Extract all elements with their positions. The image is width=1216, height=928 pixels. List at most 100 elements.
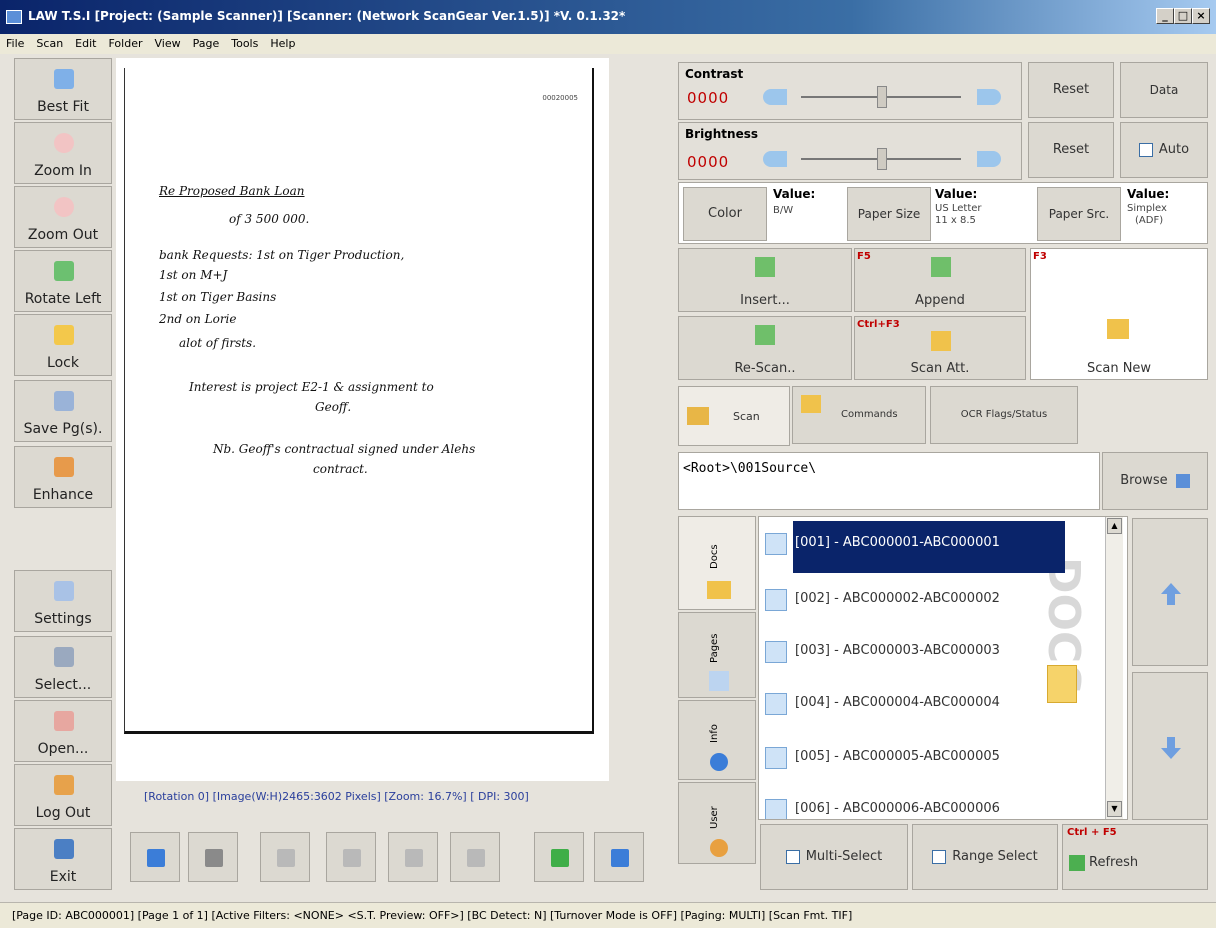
data-button[interactable]: Data (1120, 62, 1208, 118)
paper-size-value-label: Value: (935, 187, 978, 201)
document-icon (765, 799, 787, 819)
paper-source-mode: (ADF) (1135, 215, 1164, 226)
paper-source-button[interactable]: Paper Src. (1037, 187, 1121, 241)
last-page-icon (611, 849, 629, 867)
zoom-out-label: Zoom Out (27, 227, 99, 243)
lock-icon (54, 325, 74, 345)
scroll-up-icon[interactable]: ▲ (1107, 518, 1122, 534)
tab-user[interactable]: User (678, 782, 756, 864)
rescan-button[interactable]: Re-Scan.. (678, 316, 852, 380)
contrast-reset-button[interactable]: Reset (1028, 62, 1114, 118)
auto-checkbox-box[interactable] (1138, 142, 1153, 157)
brightness-increase-icon[interactable] (977, 151, 1001, 167)
open-label: Open... (37, 741, 89, 757)
log-out-button[interactable]: Log Out (14, 764, 112, 826)
tab-ocr-label: OCR Flags/Status (960, 409, 1048, 420)
contrast-panel: Contrast 0000 (678, 62, 1022, 120)
scroll-down-icon[interactable]: ▼ (1107, 801, 1122, 817)
handwriting-line: Nb. Geoff's contractual signed under Ale… (213, 442, 476, 456)
rotate-left-button[interactable]: Rotate Left (14, 250, 112, 312)
select-scanner-button[interactable]: Select... (14, 636, 112, 698)
move-previous-button[interactable] (326, 832, 376, 882)
first-page-button[interactable] (130, 832, 180, 882)
menu-help[interactable]: Help (264, 34, 301, 50)
paper-size-value: US Letter (935, 203, 982, 214)
move-next-button[interactable] (388, 832, 438, 882)
list-item[interactable]: [005] - ABC000005-ABC000005 (761, 733, 1061, 781)
document-preview[interactable]: 00020005 Re Proposed Bank Loan of 3 500 … (116, 58, 609, 781)
source-path-field[interactable]: <Root>\001Source\ (678, 452, 1100, 510)
auto-checkbox[interactable]: Auto (1120, 122, 1208, 178)
zoom-out-icon (54, 197, 74, 217)
menu-folder[interactable]: Folder (102, 34, 148, 50)
scanned-page: 00020005 Re Proposed Bank Loan of 3 500 … (124, 68, 594, 734)
scan-new-button[interactable]: F3 Scan New (1030, 248, 1208, 380)
next-page-button[interactable] (534, 832, 584, 882)
list-item[interactable]: [001] - ABC000001-ABC000001 (761, 519, 1065, 573)
scan-new-label: Scan New (1086, 361, 1152, 376)
brightness-reset-button[interactable]: Reset (1028, 122, 1114, 178)
tab-scan[interactable]: Scan (678, 386, 790, 446)
save-pages-label: Save Pg(s). (23, 421, 103, 437)
list-item[interactable]: [006] - ABC000006-ABC000006 (761, 785, 1061, 819)
append-button[interactable]: F5 Append (854, 248, 1026, 312)
handwriting-line: Interest is project E2-1 & assignment to (189, 380, 434, 394)
brightness-slider-thumb[interactable] (877, 148, 887, 170)
color-button[interactable]: Color (683, 187, 767, 241)
contrast-slider-thumb[interactable] (877, 86, 887, 108)
brightness-decrease-icon[interactable] (763, 151, 787, 167)
move-last-icon (467, 849, 485, 867)
contrast-decrease-icon[interactable] (763, 89, 787, 105)
zoom-out-button[interactable]: Zoom Out (14, 186, 112, 248)
docs-scrollbar[interactable]: ▲ ▼ (1105, 517, 1123, 819)
menu-view[interactable]: View (148, 34, 186, 50)
settings-button[interactable]: Settings (14, 570, 112, 632)
range-select-checkbox[interactable]: Range Select (912, 824, 1058, 890)
maximize-button[interactable]: □ (1174, 8, 1192, 24)
close-button[interactable]: × (1192, 8, 1210, 24)
menu-scan[interactable]: Scan (30, 34, 69, 50)
move-up-button[interactable] (1132, 518, 1208, 666)
source-path-value: <Root>\001Source\ (683, 461, 817, 476)
tab-info[interactable]: Info (678, 700, 756, 780)
paper-size-button[interactable]: Paper Size (847, 187, 931, 241)
list-item[interactable]: [004] - ABC000004-ABC000004 (761, 679, 1061, 727)
contrast-increase-icon[interactable] (977, 89, 1001, 105)
open-button[interactable]: Open... (14, 700, 112, 762)
tab-ocr-flags-status[interactable]: OCR Flags/Status (930, 386, 1078, 444)
move-down-button[interactable] (1132, 672, 1208, 820)
menu-file[interactable]: File (0, 34, 30, 50)
multi-select-checkbox[interactable]: Multi-Select (760, 824, 908, 890)
insert-button[interactable]: Insert... (678, 248, 852, 312)
save-pages-button[interactable]: Save Pg(s). (14, 380, 112, 442)
menu-edit[interactable]: Edit (69, 34, 102, 50)
lock-button[interactable]: Lock (14, 314, 112, 376)
list-item[interactable]: [002] - ABC000002-ABC000002 (761, 575, 1061, 623)
best-fit-button[interactable]: Best Fit (14, 58, 112, 120)
previous-page-button[interactable] (188, 832, 238, 882)
range-select-box[interactable] (932, 849, 947, 864)
menu-tools[interactable]: Tools (225, 34, 264, 50)
refresh-button[interactable]: Ctrl + F5 Refresh (1062, 824, 1208, 890)
color-value-label: Value: (773, 187, 816, 201)
browse-button[interactable]: Browse (1102, 452, 1208, 510)
last-page-button[interactable] (594, 832, 644, 882)
scan-attachment-button[interactable]: Ctrl+F3 Scan Att. (854, 316, 1026, 380)
menu-page[interactable]: Page (187, 34, 226, 50)
exit-button[interactable]: Exit (14, 828, 112, 890)
move-next-icon (405, 849, 423, 867)
tab-commands[interactable]: Commands (792, 386, 926, 444)
range-select-label: Range Select (952, 849, 1038, 864)
list-item[interactable]: [003] - ABC000003-ABC000003 (761, 627, 1061, 675)
document-icon (765, 641, 787, 663)
move-first-button[interactable] (260, 832, 310, 882)
minimize-button[interactable]: _ (1156, 8, 1174, 24)
tab-docs[interactable]: Docs (678, 516, 756, 610)
select-scanner-label: Select... (34, 677, 92, 693)
zoom-in-button[interactable]: Zoom In (14, 122, 112, 184)
settings-icon (54, 581, 74, 601)
tab-pages[interactable]: Pages (678, 612, 756, 698)
enhance-button[interactable]: Enhance (14, 446, 112, 508)
move-last-button[interactable] (450, 832, 500, 882)
multi-select-box[interactable] (785, 849, 800, 864)
